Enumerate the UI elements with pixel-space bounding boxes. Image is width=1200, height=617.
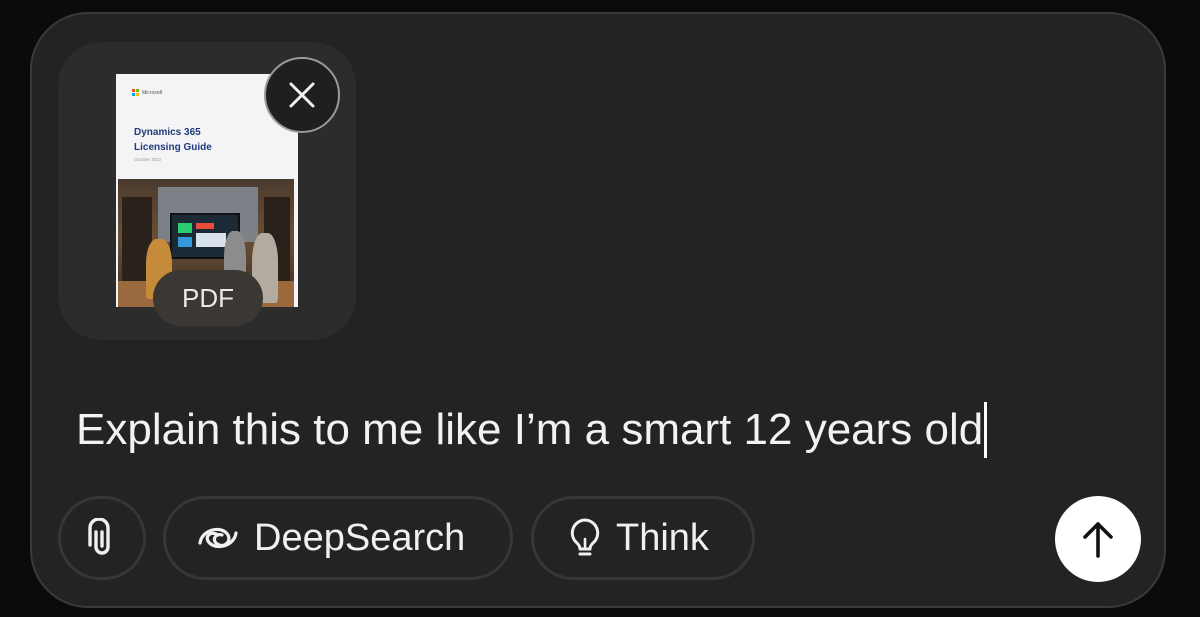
doc-date: October 2022 [134,157,162,162]
microsoft-logo: Microsoft [132,89,162,96]
arrow-up-icon [1083,522,1113,558]
close-icon [289,82,315,108]
prompt-text: Explain this to me like I’m a smart 12 y… [76,405,984,454]
deepsearch-button[interactable]: DeepSearch [163,496,513,580]
attach-file-button[interactable] [58,496,146,580]
file-type-badge: PDF [153,270,263,326]
deepsearch-swirl-icon [198,527,238,549]
send-button[interactable] [1055,496,1141,582]
remove-attachment-button[interactable] [264,57,340,133]
think-button[interactable]: Think [531,496,755,580]
deepsearch-label: DeepSearch [254,516,466,559]
lightbulb-icon [570,518,600,556]
paperclip-icon [88,518,110,555]
think-label: Think [616,516,709,559]
doc-title: Dynamics 365 Licensing Guide [134,127,212,153]
prompt-input[interactable]: Explain this to me like I’m a smart 12 y… [76,400,988,460]
text-caret [984,402,988,458]
doc-brand: Microsoft [142,89,163,96]
